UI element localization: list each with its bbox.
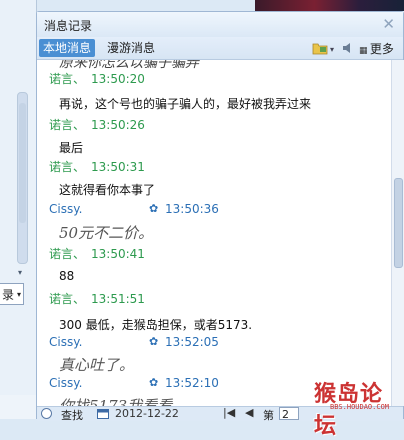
message-header: 诺言、 13:50:41 <box>49 245 145 262</box>
sender-name: 诺言、 <box>49 247 86 261</box>
sender-name: Cissy. <box>49 202 83 216</box>
background-image-strip <box>255 0 404 11</box>
sender-name: 诺言、 <box>49 160 86 174</box>
first-page-icon[interactable]: |◀ <box>223 406 235 419</box>
date-field[interactable]: 2012-12-22 <box>115 407 179 420</box>
message-text: 这就得看你本事了 <box>59 183 156 197</box>
message-text: 88 <box>59 269 75 283</box>
message-header: 诺言、 13:50:20 <box>49 70 145 87</box>
flower-icon: ✿ <box>149 335 159 348</box>
tab-bar: 本地消息 漫游消息 ▾ ▦ 更多 <box>37 37 403 60</box>
tab-local-messages[interactable]: 本地消息 <box>39 39 96 57</box>
previous-page-icon[interactable]: ◀ <box>245 406 253 419</box>
message-text-handwriting: 50元不二价。 <box>59 224 154 242</box>
close-icon[interactable]: ✕ <box>382 15 395 33</box>
title-bar[interactable]: 消息记录 ✕ <box>37 12 403 37</box>
message-time: 13:52:05 <box>165 335 219 349</box>
background-bottom-strip <box>0 395 36 419</box>
sender-name: 诺言、 <box>49 292 86 306</box>
page-label: 第 <box>263 409 274 422</box>
message-text-handwriting: 真心吐了。 <box>59 356 135 374</box>
background-dropdown[interactable]: 录 ▾ <box>0 283 24 305</box>
search-button[interactable]: 查找 <box>61 407 83 423</box>
background-dropdown-value: 录 <box>2 288 15 302</box>
message-time: 13:50:41 <box>91 247 145 261</box>
message-header: Cissy. ✿ 13:50:36 <box>49 202 219 216</box>
message-scrollbar-thumb[interactable] <box>394 178 403 268</box>
background-scrollbar[interactable] <box>17 92 28 264</box>
message-time: 13:51:51 <box>91 292 145 306</box>
message-header: Cissy. ✿ 13:52:10 <box>49 376 219 390</box>
sender-name: Cissy. <box>49 376 83 390</box>
flower-icon: ✿ <box>149 376 159 389</box>
message-time: 13:50:31 <box>91 160 145 174</box>
background-scrollbar-thumb[interactable] <box>19 103 26 223</box>
folder-icon[interactable] <box>312 41 328 55</box>
background-app-panel: ▾ 录 ▾ <box>0 0 37 419</box>
message-header: 诺言、 13:50:26 <box>49 116 145 133</box>
message-time: 13:50:26 <box>91 118 145 132</box>
message-time: 13:50:20 <box>91 72 145 86</box>
flower-icon: ✿ <box>149 202 159 215</box>
message-time: 13:50:36 <box>165 202 219 216</box>
message-text: 最后 <box>59 141 84 155</box>
message-record-window: 消息记录 ✕ 本地消息 漫游消息 ▾ ▦ 更多 原来你怎么以骗子骗弄 诺言、 13… <box>36 11 404 422</box>
message-text: 300 最低，走猴岛担保，或者5173. <box>59 318 253 332</box>
message-scrollbar[interactable] <box>391 60 404 406</box>
search-icon[interactable] <box>41 408 52 419</box>
more-grid-icon: ▦ <box>359 46 368 56</box>
sender-name: Cissy. <box>49 335 83 349</box>
speaker-icon[interactable] <box>341 41 357 55</box>
message-time: 13:52:10 <box>165 376 219 390</box>
folder-menu-chevron-icon[interactable]: ▾ <box>330 45 338 59</box>
message-header: 诺言、 13:50:31 <box>49 158 145 175</box>
more-label: 更多 <box>369 42 394 56</box>
message-header: Cissy. ✿ 13:52:05 <box>49 335 219 349</box>
page-number-input[interactable]: 2 <box>279 407 299 421</box>
calendar-icon[interactable] <box>97 408 109 419</box>
tab-roaming-messages[interactable]: 漫游消息 <box>103 39 159 57</box>
message-text-partial: 你找5173我看看 <box>59 397 173 406</box>
scroll-down-arrow-icon[interactable]: ▾ <box>18 268 22 277</box>
message-list[interactable]: 原来你怎么以骗子骗弄 诺言、 13:50:20 再说，这个号也的骗子骗人的，最好被… <box>37 60 391 406</box>
more-button[interactable]: ▦ 更多 <box>359 40 394 57</box>
sender-name: 诺言、 <box>49 118 86 132</box>
window-title: 消息记录 <box>44 19 93 33</box>
message-header: 诺言、 13:51:51 <box>49 290 145 307</box>
sender-name: 诺言、 <box>49 72 86 86</box>
chevron-down-icon: ▾ <box>16 290 21 299</box>
message-text: 再说，这个号也的骗子骗人的，最好被我弄过来 <box>59 97 312 111</box>
